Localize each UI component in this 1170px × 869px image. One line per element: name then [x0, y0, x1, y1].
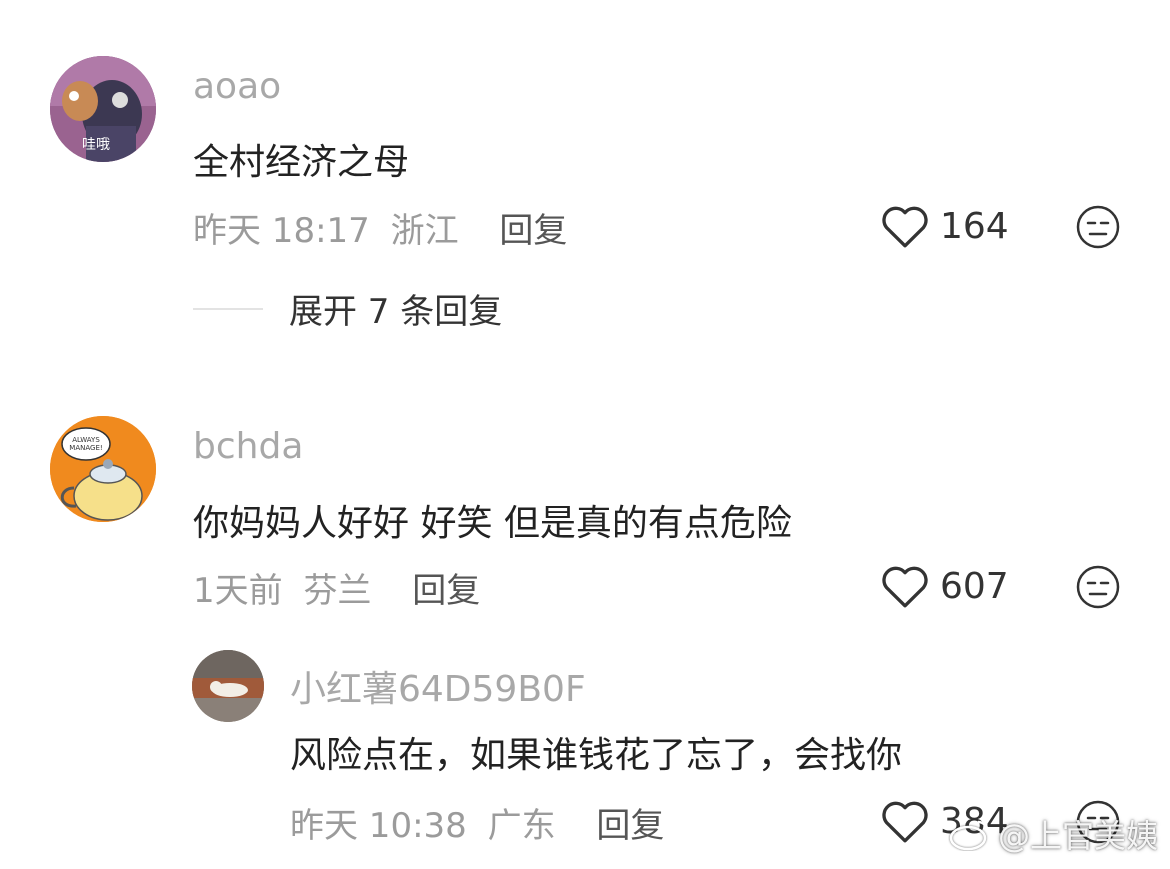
comment-text: 你妈妈人好好 好笑 但是真的有点危险 — [193, 503, 792, 544]
reply-username[interactable]: 小红薯64D59B0F — [290, 660, 586, 712]
reply-button[interactable]: 回复 — [412, 571, 480, 611]
weibo-logo-icon — [949, 820, 990, 851]
teapot-avatar-icon: ALWAYS MANAGE! — [50, 416, 156, 522]
reply-meta: 昨天 10:38 广东 回复 — [290, 798, 664, 847]
svg-text:ALWAYS: ALWAYS — [72, 436, 100, 444]
cat-photo-avatar-icon — [192, 650, 264, 722]
comment-location: 芬兰 — [303, 571, 372, 611]
reply-location: 广东 — [487, 806, 556, 846]
avatar-bchda[interactable]: ALWAYS MANAGE! — [50, 416, 156, 522]
heart-outline-icon — [882, 566, 928, 608]
neutral-face-icon[interactable] — [1075, 564, 1121, 610]
svg-text:MANAGE!: MANAGE! — [69, 444, 102, 452]
watermark-text: @上官美姨 — [997, 817, 1158, 855]
reply-time: 昨天 10:38 — [290, 806, 467, 846]
weibo-watermark: @上官美姨 — [948, 811, 1158, 857]
comment-time: 1天前 — [193, 571, 283, 611]
reply-button[interactable]: 回复 — [596, 806, 664, 846]
heart-outline-icon — [882, 801, 928, 843]
avatar-reply-user[interactable] — [192, 650, 264, 722]
like-count: 607 — [940, 565, 1009, 607]
comment-meta: 1天前 芬兰 回复 — [193, 563, 480, 612]
comment-username[interactable]: bchda — [193, 426, 303, 467]
comment-2: ALWAYS MANAGE! bchda 你妈妈人好好 好笑 但是真的有点危险 … — [0, 0, 1170, 869]
like-button[interactable]: 607 — [880, 563, 1009, 609]
reply-text: 风险点在，如果谁钱花了忘了，会找你 — [290, 735, 903, 776]
